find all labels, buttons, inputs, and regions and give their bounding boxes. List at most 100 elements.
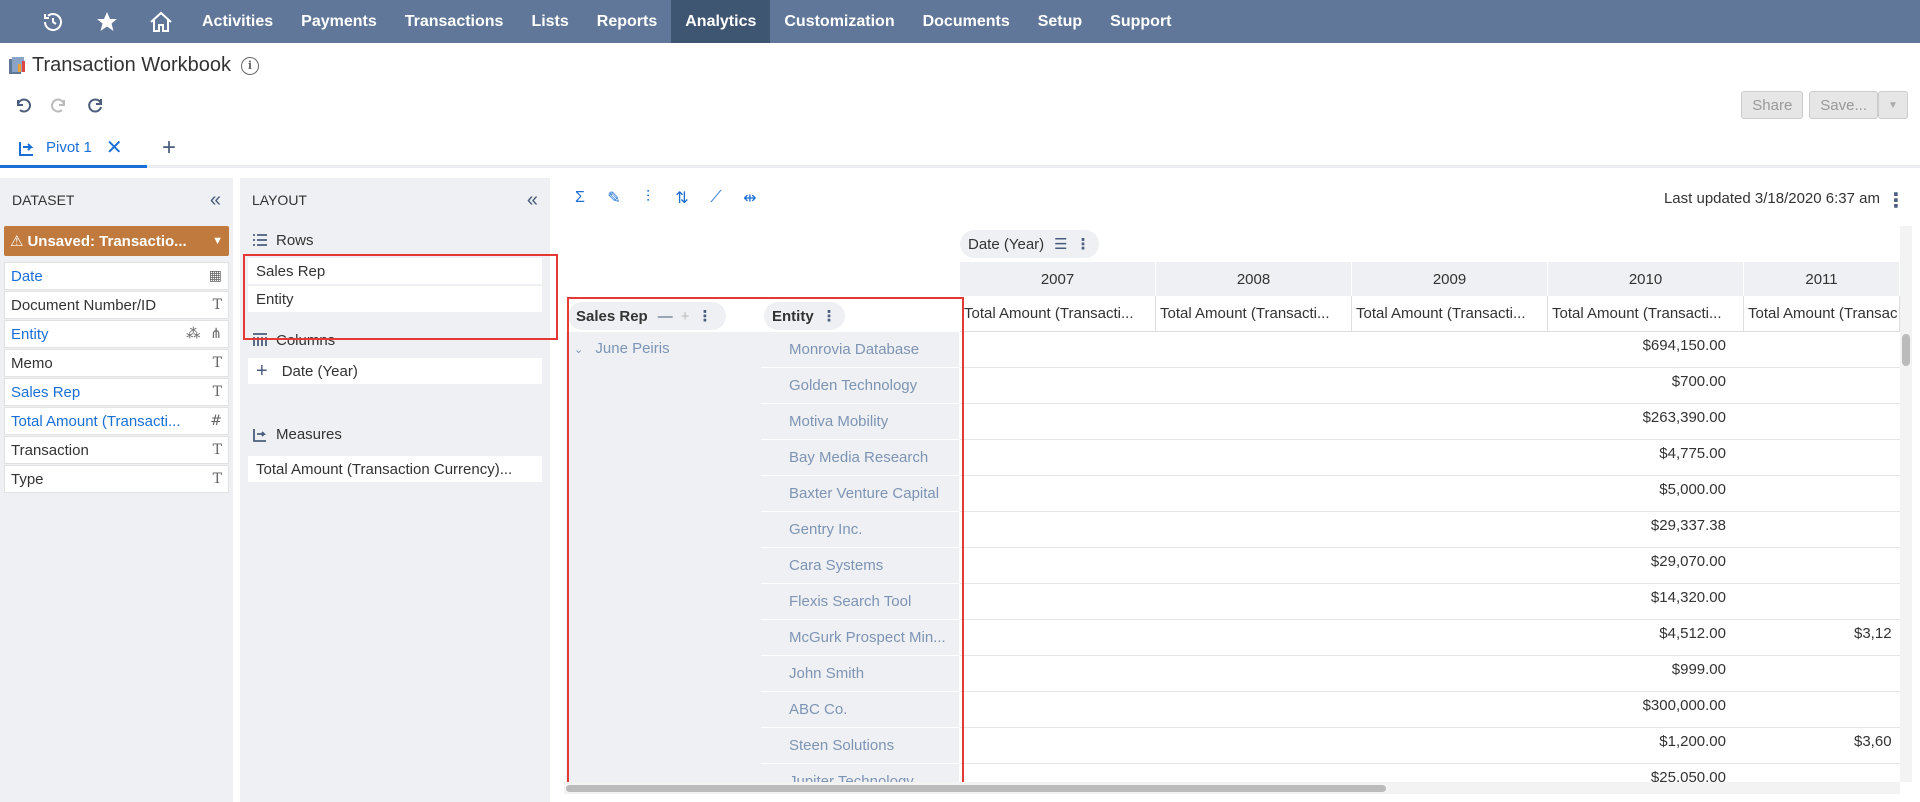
year-header[interactable]: 2010 (1548, 262, 1744, 296)
dataset-selector[interactable]: ⚠ Unsaved: Transactio... ▼ (4, 226, 229, 256)
nav-item-payments[interactable]: Payments (287, 0, 391, 43)
star-icon[interactable] (80, 0, 134, 43)
more-options-icon[interactable]: ⋮ (1886, 188, 1906, 213)
dataset-field[interactable]: Sales Rep T (4, 378, 229, 406)
recent-records-icon[interactable] (26, 0, 80, 43)
dataset-field[interactable]: Memo T (4, 349, 229, 377)
nav-item-lists[interactable]: Lists (517, 0, 582, 43)
nav-item-activities[interactable]: Activities (188, 0, 287, 43)
sum-icon[interactable]: Σ (570, 188, 590, 208)
sort-bars-icon[interactable]: ☰ (1054, 235, 1067, 253)
cell-2010[interactable]: $999.00 (1548, 661, 1726, 678)
sort-icon[interactable]: ⇅ (672, 188, 692, 208)
entity-row-header[interactable]: Jupiter Technology (761, 764, 959, 782)
expand-icon[interactable]: + (681, 308, 690, 325)
nav-item-support[interactable]: Support (1096, 0, 1185, 43)
scrollbar-thumb[interactable] (566, 785, 1386, 792)
entity-row-header[interactable]: Golden Technology (761, 368, 959, 404)
measure-header[interactable]: Total Amount (Transacti... (1156, 296, 1352, 332)
tab-pivot-1[interactable]: Pivot 1 ✕ (0, 130, 147, 168)
nav-item-transactions[interactable]: Transactions (391, 0, 518, 43)
cell-2010[interactable]: $29,070.00 (1548, 553, 1726, 570)
vertical-scrollbar[interactable] (1900, 226, 1912, 782)
collapse-dataset-icon[interactable]: « (210, 189, 221, 212)
cell-2010[interactable]: $263,390.00 (1548, 409, 1726, 426)
cell-2010[interactable]: $700.00 (1548, 373, 1726, 390)
year-header[interactable]: 2007 (960, 262, 1156, 296)
horizontal-scrollbar[interactable] (564, 782, 1900, 794)
scrollbar-thumb[interactable] (1902, 334, 1910, 366)
nav-item-reports[interactable]: Reports (583, 0, 671, 43)
share-button[interactable]: Share (1741, 91, 1804, 119)
nav-item-customization[interactable]: Customization (770, 0, 908, 43)
split-icon[interactable]: ⇹ (740, 188, 760, 208)
close-icon[interactable]: ✕ (106, 135, 123, 160)
entity-row-header[interactable]: Motiva Mobility (761, 404, 959, 440)
dataset-field[interactable]: Transaction T (4, 436, 229, 464)
column-chip-date-year[interactable]: Date (Year) ☰ ⋮ (960, 230, 1099, 258)
row-chip-sales-rep[interactable]: Sales Rep — + ⋮ (568, 302, 726, 330)
measure-header[interactable]: Total Amount (Transacti... (1352, 296, 1548, 332)
edit-icon[interactable]: ✎ (604, 188, 624, 208)
cell-2010[interactable]: $300,000.00 (1548, 697, 1726, 714)
row-field-entity[interactable]: Entity (248, 286, 542, 312)
add-tab-icon[interactable]: + (162, 134, 176, 162)
cell-2010[interactable]: $25,050.00 (1548, 769, 1726, 782)
chart-settings-icon[interactable]: ⫶ (638, 188, 658, 208)
measure-field[interactable]: Total Amount (Transaction Currency)... (248, 456, 542, 482)
more-icon[interactable]: ⋮ (697, 307, 712, 325)
expand-icon[interactable]: + (256, 360, 268, 383)
cell-2010[interactable]: $29,337.38 (1548, 517, 1726, 534)
entity-row-header[interactable]: Gentry Inc. (761, 512, 959, 548)
format-icon[interactable]: ⟋ (706, 188, 726, 208)
info-icon[interactable]: i (240, 56, 259, 75)
row-chip-entity[interactable]: Entity ⋮ (764, 302, 845, 330)
sales-rep-row[interactable]: ⌄ June Peiris (574, 340, 670, 357)
dataset-field[interactable]: Document Number/ID T (4, 291, 229, 319)
home-icon[interactable] (134, 0, 188, 43)
more-icon[interactable]: ⋮ (1076, 235, 1091, 253)
year-header[interactable]: 2008 (1156, 262, 1352, 296)
dataset-field[interactable]: Date ▦ (4, 262, 229, 290)
entity-row-header[interactable]: Flexis Search Tool (761, 584, 959, 620)
cell-2010[interactable]: $14,320.00 (1548, 589, 1726, 606)
dataset-field[interactable]: Type T (4, 465, 229, 493)
measure-header[interactable]: Total Amount (Transac (1744, 296, 1900, 332)
undo-icon[interactable] (14, 96, 32, 117)
nav-item-documents[interactable]: Documents (909, 0, 1024, 43)
refresh-icon[interactable] (86, 96, 104, 117)
save-menu-button[interactable]: ▼ (1878, 91, 1908, 119)
cell-2010[interactable]: $4,775.00 (1548, 445, 1726, 462)
measure-header[interactable]: Total Amount (Transacti... (960, 296, 1156, 332)
entity-row-header[interactable]: ABC Co. (761, 692, 959, 728)
entity-row-header[interactable]: Monrovia Database (761, 332, 959, 368)
entity-row-header[interactable]: John Smith (761, 656, 959, 692)
nav-item-analytics[interactable]: Analytics (671, 0, 771, 43)
collapse-icon[interactable]: — (658, 308, 673, 325)
measure-header[interactable]: Total Amount (Transacti... (1548, 296, 1744, 332)
entity-row-header[interactable]: Cara Systems (761, 548, 959, 584)
cell-2011[interactable]: $3,12 (1854, 625, 1892, 642)
redo-icon[interactable] (50, 96, 68, 117)
more-icon[interactable]: ⋮ (822, 307, 837, 325)
dataset-field[interactable]: Entity ⁂ ⋔ (4, 320, 229, 348)
collapse-layout-icon[interactable]: « (527, 189, 538, 212)
save-button[interactable]: Save... (1809, 91, 1878, 119)
dataset-field[interactable]: Total Amount (Transacti... # (4, 407, 229, 435)
expand-fields-icon[interactable]: ⁂ (186, 326, 200, 342)
year-header[interactable]: 2011 (1744, 262, 1900, 296)
nav-item-setup[interactable]: Setup (1024, 0, 1096, 43)
entity-row-header[interactable]: Bay Media Research (761, 440, 959, 476)
entity-row-header[interactable]: Steen Solutions (761, 728, 959, 764)
column-field-date-year[interactable]: + Date (Year) (248, 358, 542, 384)
entity-row-header[interactable]: McGurk Prospect Min... (761, 620, 959, 656)
cell-2010[interactable]: $4,512.00 (1548, 625, 1726, 642)
year-header[interactable]: 2009 (1352, 262, 1548, 296)
entity-row-header[interactable]: Baxter Venture Capital (761, 476, 959, 512)
chevron-down-icon[interactable]: ⌄ (574, 344, 583, 356)
cell-2010[interactable]: $1,200.00 (1548, 733, 1726, 750)
cell-2010[interactable]: $5,000.00 (1548, 481, 1726, 498)
row-field-sales-rep[interactable]: Sales Rep (248, 258, 542, 284)
cell-2010[interactable]: $694,150.00 (1548, 337, 1726, 354)
cell-2011[interactable]: $3,60 (1854, 733, 1892, 750)
